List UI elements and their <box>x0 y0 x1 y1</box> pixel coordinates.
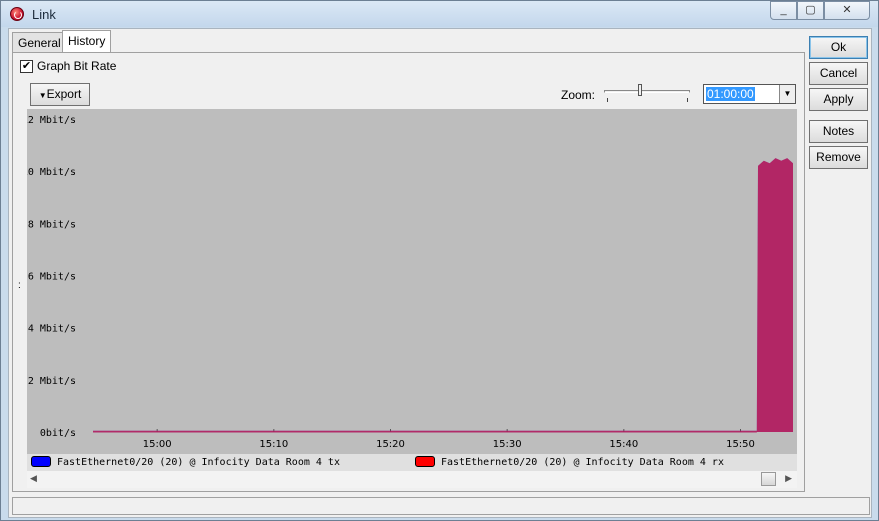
graph-bit-rate-checkbox[interactable]: ✔ <box>20 60 33 73</box>
scroll-thumb[interactable] <box>761 472 776 486</box>
apply-button[interactable]: Apply <box>809 88 868 111</box>
tab-general[interactable]: General <box>12 32 67 53</box>
ok-button[interactable]: Ok <box>809 36 868 59</box>
minimize-button[interactable]: _ <box>770 1 797 20</box>
export-label: Export <box>46 87 82 101</box>
graph-bit-rate-label: Graph Bit Rate <box>37 59 117 73</box>
scroll-left-icon[interactable]: ◀ <box>30 473 37 484</box>
notes-button[interactable]: Notes <box>809 120 868 143</box>
zoom-value[interactable]: 01:00:00 <box>706 87 755 101</box>
dropdown-arrow-icon[interactable]: ▼ <box>779 85 795 103</box>
history-panel: ✔ Graph Bit Rate ▼Export Zoom: 01:00:00 … <box>12 52 805 492</box>
y-tick-label: 8 Mbit/s <box>28 219 76 230</box>
caret-down-icon: ▼ <box>38 91 47 100</box>
slider-tick <box>687 98 688 102</box>
x-tick-label: 15:50 <box>726 439 755 450</box>
remove-button[interactable]: Remove <box>809 146 868 169</box>
plot-background <box>27 109 797 454</box>
zoom-slider-thumb[interactable] <box>638 84 642 96</box>
legend-swatch-rx <box>415 456 435 467</box>
tab-history[interactable]: History <box>62 30 112 53</box>
zoom-combobox[interactable]: 01:00:00 ▼ <box>703 84 796 104</box>
chart-hscrollbar[interactable]: ◀ ▶ <box>27 471 797 488</box>
link-window: Link _ ▢ ✕ General History ✔ Graph Bit R… <box>0 0 879 521</box>
x-tick-label: 15:00 <box>143 439 172 450</box>
x-tick-label: 15:10 <box>259 439 288 450</box>
splitter-marker: : <box>18 280 21 291</box>
close-button[interactable]: ✕ <box>824 1 870 20</box>
status-bar <box>12 497 870 515</box>
app-icon <box>10 7 24 21</box>
legend-label-rx: FastEthernet0/20 (20) @ Infocity Data Ro… <box>441 457 724 468</box>
chart-svg: 0bit/s 2 Mbit/s 4 Mbit/s 6 Mbit/s 8 Mbit/s 10… <box>22 109 797 454</box>
y-tick-label: 4 Mbit/s <box>28 324 76 335</box>
maximize-button[interactable]: ▢ <box>797 1 824 20</box>
cancel-button[interactable]: Cancel <box>809 62 868 85</box>
title-bar[interactable]: Link _ ▢ ✕ <box>1 1 878 27</box>
x-tick-label: 15:20 <box>376 439 405 450</box>
export-button[interactable]: ▼Export <box>30 83 90 106</box>
history-chart: 0bit/s 2 Mbit/s 4 Mbit/s 6 Mbit/s 8 Mbit/s 10… <box>22 109 797 471</box>
legend-label-tx: FastEthernet0/20 (20) @ Infocity Data Ro… <box>57 457 340 468</box>
slider-tick <box>607 98 608 102</box>
scroll-right-icon[interactable]: ▶ <box>785 473 792 484</box>
x-tick-label: 15:30 <box>493 439 522 450</box>
y-tick-label: 12 Mbit/s <box>27 115 76 126</box>
zoom-label: Zoom: <box>561 88 596 102</box>
y-tick-label: 10 Mbit/s <box>27 167 76 178</box>
window-title: Link <box>32 7 56 22</box>
y-tick-label: 0bit/s <box>40 428 76 439</box>
zoom-slider-track[interactable] <box>604 90 690 93</box>
x-tick-label: 15:40 <box>609 439 638 450</box>
y-tick-label: 2 Mbit/s <box>28 376 76 387</box>
dialog-client: General History ✔ Graph Bit Rate ▼Export… <box>8 28 872 518</box>
y-tick-label: 6 Mbit/s <box>28 272 76 283</box>
legend-swatch-tx <box>31 456 51 467</box>
